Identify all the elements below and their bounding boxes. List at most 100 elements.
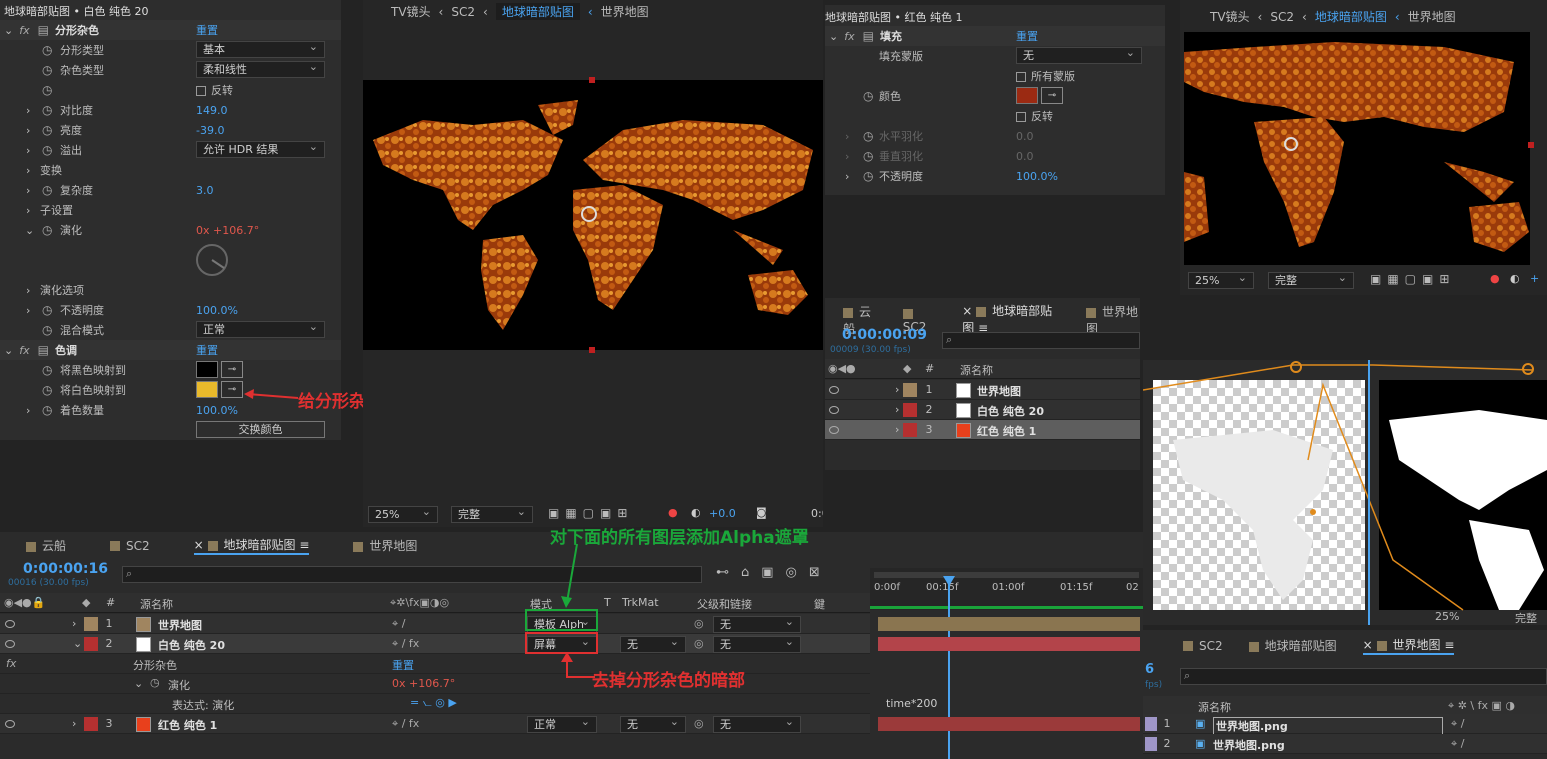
comp2-canvas[interactable]	[1184, 32, 1530, 265]
trkmat-dropdown[interactable]: 无	[620, 634, 686, 653]
parent-dropdown[interactable]: 无	[713, 714, 801, 733]
layer-duration-bar[interactable]	[878, 617, 1140, 631]
stopwatch-icon[interactable]: ◷	[150, 676, 160, 689]
stopwatch-icon[interactable]: ◷	[42, 123, 52, 137]
label-color[interactable]	[903, 383, 917, 397]
crumb2-world-map[interactable]: 世界地图	[1408, 8, 1456, 25]
stopwatch-icon[interactable]: ◷	[863, 89, 873, 103]
expand-chevron-icon[interactable]: ›	[72, 717, 76, 730]
stopwatch-icon[interactable]: ◷	[42, 183, 52, 197]
switch-icons[interactable]: ⌖ /	[1451, 737, 1464, 751]
comp2-color-icon[interactable]: ●	[1490, 272, 1500, 285]
layer-name[interactable]: 世界地图	[158, 617, 202, 633]
tl3-layer-row[interactable]: 1 ▣ 世界地图.png ⌖ /	[1143, 714, 1547, 735]
expand-chevron-icon[interactable]: ›	[26, 284, 30, 297]
quality-dropdown[interactable]: 完整	[451, 504, 533, 523]
tl2-current-time[interactable]: 0:00:00:09	[842, 327, 927, 343]
tl1-tab-earth-dark[interactable]: × 地球暗部贴图 ≡	[193, 536, 310, 555]
tl3-time[interactable]: 6	[1145, 662, 1154, 677]
label-color[interactable]	[903, 403, 917, 417]
fractal-reset-link[interactable]: 重置	[196, 22, 218, 38]
layer-switch-icons[interactable]: ⌖ /	[392, 617, 405, 631]
expand-chevron-icon[interactable]: ›	[26, 184, 30, 197]
expand-chevron-icon[interactable]: ›	[26, 144, 30, 157]
comp-handle-bottom[interactable]	[589, 347, 595, 353]
eye-icon[interactable]	[829, 386, 839, 394]
expand-chevron-icon[interactable]: ›	[26, 104, 30, 117]
mask-viewer-zoom[interactable]: 25%	[1435, 610, 1459, 623]
eye-icon[interactable]	[829, 426, 839, 434]
layer-name[interactable]: 白色 纯色 20	[158, 637, 225, 653]
comp2-zoom-dropdown[interactable]: 25%	[1188, 270, 1254, 289]
trkmat-dropdown[interactable]: 无	[620, 714, 686, 733]
stopwatch-icon[interactable]: ◷	[42, 363, 52, 377]
collapse-chevron-icon[interactable]: ⌄	[25, 224, 34, 237]
expand-chevron-icon[interactable]: ›	[845, 150, 849, 163]
anchor-point-icon-2[interactable]	[1284, 137, 1298, 151]
eye-icon[interactable]	[5, 720, 15, 728]
playhead[interactable]	[948, 576, 950, 759]
expand-chevron-icon[interactable]: ›	[26, 164, 30, 177]
comp2-toolbar-icons[interactable]: ▣▦▢▣⊞	[1370, 272, 1455, 286]
stopwatch-icon[interactable]: ◷	[42, 63, 52, 77]
tl2-layer-row[interactable]: › 2 白色 纯色 20	[825, 400, 1140, 420]
evolution-dial[interactable]	[194, 242, 230, 278]
label-color[interactable]	[84, 617, 98, 631]
mask-viewer-quality[interactable]: 完整	[1515, 610, 1537, 625]
stopwatch-icon[interactable]: ◷	[42, 403, 52, 417]
expand-chevron-icon[interactable]: ›	[895, 423, 899, 436]
expand-chevron-icon[interactable]: ›	[26, 204, 30, 217]
tl3-tab-world-map[interactable]: × 世界地图 ≡	[1362, 636, 1455, 655]
exposure-value[interactable]: +0.0	[709, 507, 736, 520]
expand-chevron-icon[interactable]: ›	[895, 403, 899, 416]
switch-icons[interactable]: ⌖ /	[1451, 717, 1464, 731]
viewer-time[interactable]: 0:00:00:16	[811, 507, 823, 520]
anchor-point-icon[interactable]	[581, 206, 597, 222]
fractal-effect-row[interactable]: ⌄ fx ▤ 分形杂色 重置	[0, 20, 341, 40]
sub-evolution-value[interactable]: 0x +106.7°	[392, 677, 455, 690]
pickwhip-icon[interactable]: ◎	[694, 617, 704, 630]
stopwatch-icon[interactable]: ◷	[863, 129, 873, 143]
evolution-value[interactable]: 0x +106.7°	[196, 224, 259, 237]
prop-value[interactable]: 100.0%	[1016, 170, 1058, 183]
prop-value[interactable]: 0.0	[1016, 130, 1034, 143]
tl2-layer-row[interactable]: › 1 世界地图	[825, 380, 1140, 400]
snapshot-icon[interactable]: ◙	[756, 506, 767, 519]
tl1-tab-yunchuan[interactable]: 云船	[26, 537, 66, 554]
layer-switch-icons[interactable]: ⌖ / fx	[392, 717, 419, 731]
layer-name[interactable]: 世界地图	[977, 383, 1021, 399]
collapse-chevron-icon[interactable]: ⌄	[134, 677, 143, 690]
stopwatch-icon[interactable]: ◷	[42, 143, 52, 157]
prop-dropdown[interactable]: 柔和线性	[196, 59, 325, 78]
layer-name[interactable]: 世界地图.png	[1213, 737, 1285, 753]
prop-dropdown[interactable]: 基本	[196, 39, 325, 58]
color-channel-icon[interactable]: ●	[668, 506, 678, 519]
stopwatch-icon[interactable]: ◷	[42, 303, 52, 317]
layer-name[interactable]: 红色 纯色 1	[158, 717, 217, 733]
comp-canvas[interactable]	[363, 80, 823, 350]
crumb2-sc2[interactable]: SC2	[1270, 10, 1294, 24]
prop-value[interactable]: 3.0	[196, 184, 214, 197]
black-color-swatch[interactable]	[196, 361, 218, 378]
layer-duration-bar[interactable]	[878, 717, 1140, 731]
crumb-tv[interactable]: TV镜头	[391, 3, 431, 20]
tl1-search-input[interactable]: ⌕	[122, 566, 702, 583]
tl1-layer-row[interactable]: › 3 红色 纯色 1 ⌖ / fx 正常 无 ◎ 无	[0, 714, 870, 734]
fill-checkbox[interactable]: 所有蒙版	[1016, 68, 1075, 84]
fill-color-swatch[interactable]	[1016, 87, 1038, 104]
prop-value[interactable]: -39.0	[196, 124, 224, 137]
expand-chevron-icon[interactable]: ›	[845, 170, 849, 183]
comp2-quality-dropdown[interactable]: 完整	[1268, 270, 1354, 289]
tl1-current-time[interactable]: 0:00:00:16	[23, 561, 108, 577]
crumb2-tv[interactable]: TV镜头	[1210, 8, 1250, 25]
tl3-layer-row[interactable]: 2 ▣ 世界地图.png ⌖ /	[1143, 734, 1547, 754]
expand-chevron-icon[interactable]: ⌄	[73, 637, 82, 650]
fill-checkbox[interactable]: 反转	[1016, 108, 1053, 124]
eyedropper-icon[interactable]: ⊸	[221, 361, 243, 378]
expand-chevron-icon[interactable]: ›	[72, 617, 76, 630]
comp2-handle-right[interactable]	[1528, 142, 1534, 148]
eyedropper-icon[interactable]: ⊸	[1041, 87, 1063, 104]
pickwhip-icon[interactable]: ◎	[694, 637, 704, 650]
expression-controls-icons[interactable]: = ⦦ ◎ ▶	[410, 696, 457, 710]
stopwatch-icon[interactable]: ◷	[863, 169, 873, 183]
